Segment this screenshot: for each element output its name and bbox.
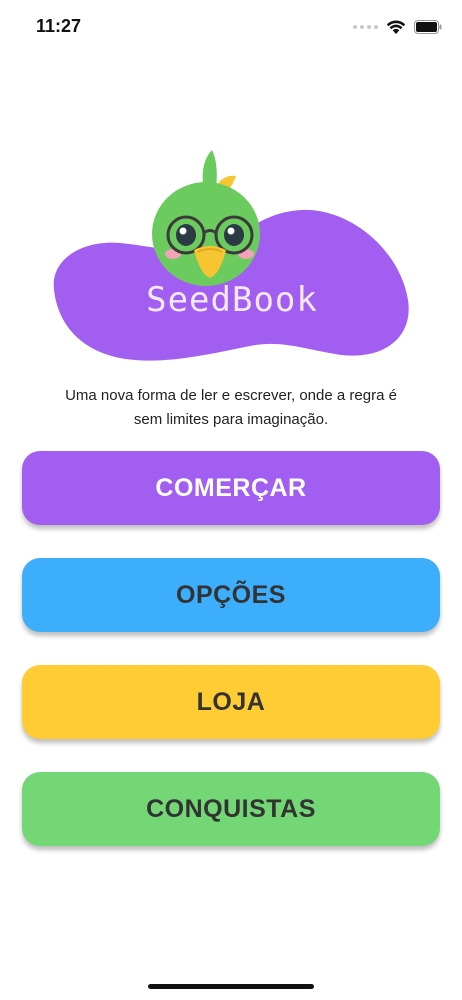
home-indicator[interactable]	[148, 984, 314, 989]
logo-title: SeedBook	[146, 280, 318, 320]
signal-dots-icon	[353, 25, 378, 29]
wifi-icon	[386, 20, 406, 34]
status-time: 11:27	[36, 16, 82, 36]
battery-icon	[414, 20, 442, 34]
status-bar: 11:27	[0, 0, 462, 54]
tagline: Uma nova forma de ler e escrever, onde a…	[65, 387, 397, 428]
achievements-button[interactable]: CONQUISTAS	[22, 772, 440, 846]
options-button[interactable]: OPÇÕES	[22, 558, 440, 632]
start-button[interactable]: COMERÇAR	[22, 451, 440, 525]
status-icons	[353, 17, 442, 37]
store-button[interactable]: LOJA	[22, 665, 440, 739]
app-logo: SeedBook	[50, 140, 414, 370]
bird-mascot-icon	[152, 150, 260, 286]
